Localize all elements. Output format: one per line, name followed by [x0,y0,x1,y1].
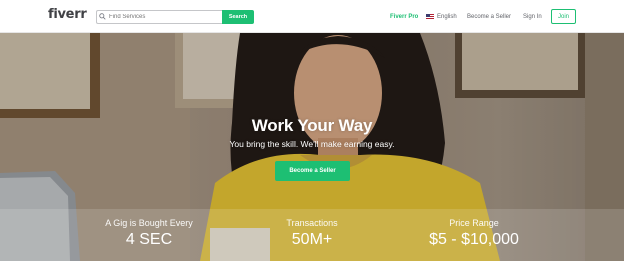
nav-language-label: English [437,13,457,20]
hero-subtitle: You bring the skill. We'll make earning … [229,139,395,149]
search-icon [99,13,106,20]
nav-become-seller[interactable]: Become a Seller [467,0,511,33]
stat-label: Transactions [286,218,338,228]
stat-value: 50M+ [291,231,333,248]
search-button[interactable]: Search [222,10,254,24]
us-flag-icon [426,13,434,20]
hero-title: Work Your Way [251,116,373,135]
fiverr-logo[interactable]: fiverr [48,7,87,22]
nav-language[interactable]: English [426,0,457,33]
become-seller-button[interactable]: Become a Seller [275,161,350,181]
stat-value: $5 - $10,000 [429,231,519,248]
search-bar: Search [96,10,254,24]
stat-label: Price Range [449,218,499,228]
stat-label: A Gig is Bought Every [105,218,193,228]
search-input[interactable] [96,10,222,24]
stat-value: 4 SEC [125,231,173,248]
stats-bar: A Gig is Bought Every 4 SEC Transactions… [0,209,624,261]
join-button[interactable]: Join [551,9,576,24]
nav-sign-in[interactable]: Sign In [523,0,542,33]
nav-fiverr-pro[interactable]: Fiverr Pro [390,0,418,33]
top-header: fiverr Search Fiverr Pro English Become … [0,0,624,33]
